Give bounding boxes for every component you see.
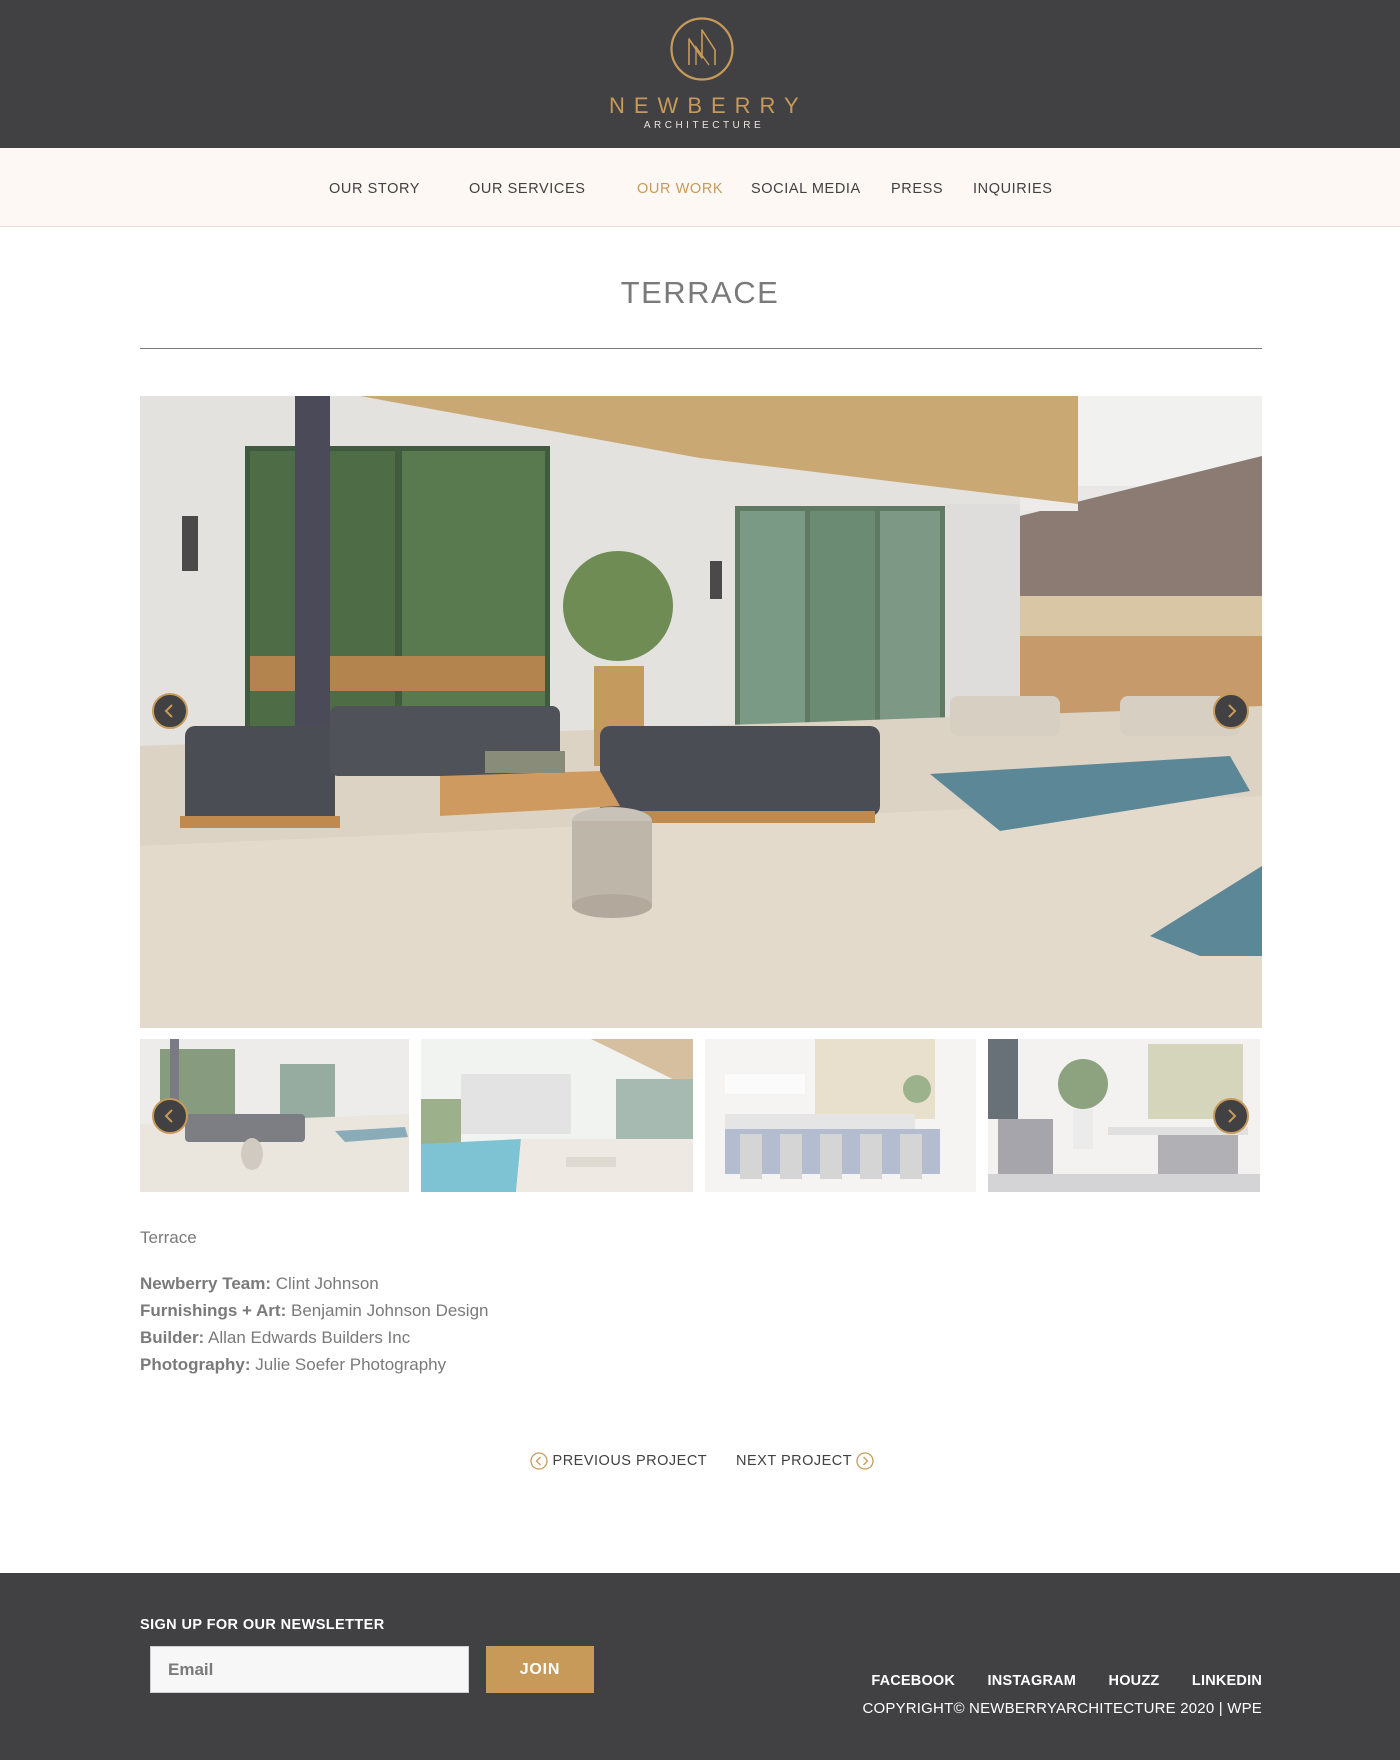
facebook-link[interactable]: FACEBOOK <box>871 1673 955 1689</box>
nav-item-our-work[interactable]: OUR WORK <box>637 181 723 197</box>
credit-value: Benjamin Johnson Design <box>290 1301 489 1320</box>
credit-row: Photography: Julie Soefer Photography <box>140 1351 489 1378</box>
previous-project-label: PREVIOUS PROJECT <box>552 1452 708 1469</box>
thumbs-next-button[interactable] <box>1213 1098 1249 1134</box>
logo-mark-icon <box>670 17 734 81</box>
circle-chevron-left-icon <box>530 1452 548 1470</box>
thumbnail-strip <box>140 1039 1262 1192</box>
hero-prev-button[interactable] <box>152 693 188 729</box>
credit-value: Julie Soefer Photography <box>255 1355 447 1374</box>
project-caption: Terrace <box>140 1228 197 1247</box>
credit-row: Newberry Team: Clint Johnson <box>140 1270 489 1297</box>
site-footer: SIGN UP FOR OUR NEWSLETTER JOIN FACEBOOK… <box>0 1573 1400 1760</box>
chevron-right-icon <box>1228 704 1237 718</box>
next-project-label: NEXT PROJECT <box>736 1452 852 1469</box>
thumbnail-pool[interactable] <box>421 1039 693 1192</box>
newsletter-email-input[interactable] <box>150 1646 469 1693</box>
instagram-link[interactable]: INSTAGRAM <box>988 1673 1077 1689</box>
circle-chevron-right-icon <box>856 1452 875 1470</box>
nav-item-press[interactable]: PRESS <box>891 181 943 197</box>
main-gallery-image <box>140 396 1262 1028</box>
hero-next-button[interactable] <box>1213 693 1249 729</box>
thumbnail-kitchen[interactable] <box>705 1039 976 1192</box>
credit-value: Clint Johnson <box>275 1274 379 1293</box>
logo-brand-text: NEWBERRY <box>609 93 808 118</box>
newberry-logo[interactable]: NEWBERRY ARCHITECTURE <box>600 16 805 134</box>
credit-label: Newberry Team: <box>140 1274 272 1293</box>
chevron-left-icon <box>164 1109 173 1123</box>
nav-item-our-services[interactable]: OUR SERVICES <box>469 181 586 197</box>
site-header: NEWBERRY ARCHITECTURE <box>0 0 1400 148</box>
credit-label: Photography: <box>140 1355 251 1374</box>
credit-row: Builder: Allan Edwards Builders Inc <box>140 1324 489 1351</box>
chevron-right-icon <box>1228 1109 1237 1123</box>
project-credits: Newberry Team: Clint Johnson Furnishings… <box>140 1270 489 1378</box>
previous-project-link[interactable]: PREVIOUS PROJECT <box>530 1452 707 1470</box>
terrace-photo <box>140 396 1262 1028</box>
nav-item-inquiries[interactable]: INQUIRIES <box>973 181 1053 197</box>
nav-item-social-media[interactable]: SOCIAL MEDIA <box>751 181 861 197</box>
newsletter-join-button[interactable]: JOIN <box>486 1646 594 1693</box>
social-links: FACEBOOK INSTAGRAM HOUZZ LINKEDIN <box>843 1672 1262 1690</box>
main-navigation: OUR STORY OUR SERVICES OUR WORK SOCIAL M… <box>0 148 1400 227</box>
newsletter-title: SIGN UP FOR OUR NEWSLETTER <box>140 1617 385 1633</box>
next-project-link[interactable]: NEXT PROJECT <box>736 1452 875 1470</box>
thumbs-prev-button[interactable] <box>152 1098 188 1134</box>
nav-item-our-story[interactable]: OUR STORY <box>329 181 420 197</box>
credit-row: Furnishings + Art: Benjamin Johnson Desi… <box>140 1297 489 1324</box>
page-title: TERRACE <box>620 275 780 310</box>
houzz-link[interactable]: HOUZZ <box>1109 1673 1160 1689</box>
credit-value: Allan Edwards Builders Inc <box>208 1328 411 1347</box>
linkedin-link[interactable]: LINKEDIN <box>1192 1673 1262 1689</box>
credit-label: Builder: <box>140 1328 205 1347</box>
credit-label: Furnishings + Art: <box>140 1301 287 1320</box>
title-divider <box>140 348 1262 349</box>
logo-tagline-text: ARCHITECTURE <box>643 120 765 131</box>
copyright-text: COPYRIGHT© NEWBERRYARCHITECTURE 2020 | W… <box>862 1700 1262 1717</box>
chevron-left-icon <box>164 704 173 718</box>
